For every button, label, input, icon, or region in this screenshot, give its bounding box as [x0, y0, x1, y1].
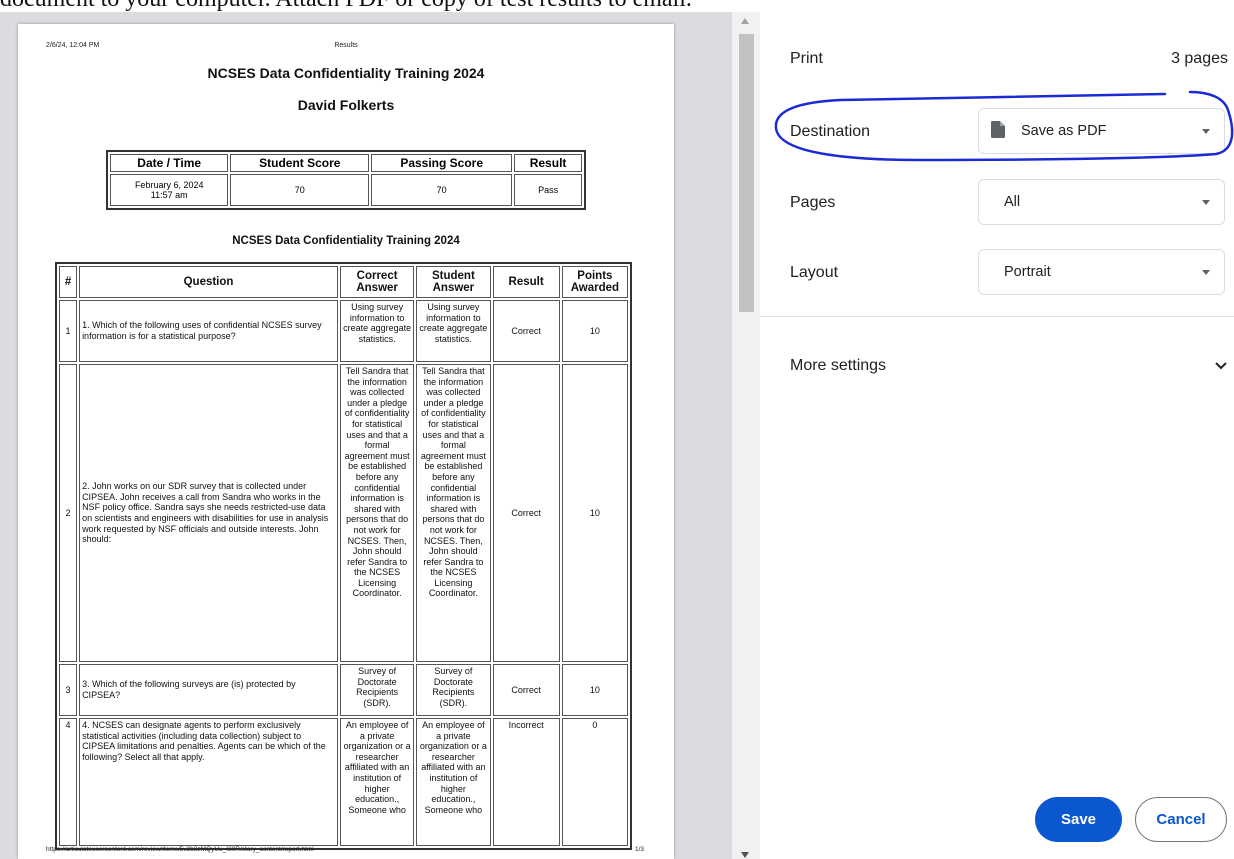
question-points: 10 — [561, 664, 628, 716]
question-points: 0 — [561, 718, 628, 846]
preview-scrollbar[interactable] — [732, 12, 760, 859]
col-header-correct-answer: Correct Answer — [339, 266, 415, 298]
pages-value: All — [1004, 194, 1021, 210]
caret-down-icon — [1202, 129, 1210, 134]
question-num: 1 — [59, 300, 78, 362]
preview-page: 2/6/24, 12:04 PM Results NCSES Data Conf… — [18, 24, 674, 859]
scroll-up-arrow-icon[interactable] — [741, 18, 749, 24]
col-header-result: Result — [492, 266, 560, 298]
destination-label: Destination — [790, 123, 871, 140]
question-points: 10 — [561, 364, 628, 662]
scroll-down-arrow-icon[interactable] — [741, 852, 749, 858]
layout-value: Portrait — [1004, 264, 1051, 280]
question-text: 2. John works on our SDR survey that is … — [79, 364, 338, 662]
col-header-num: # — [59, 266, 78, 298]
student-name: David Folkerts — [297, 97, 395, 113]
summary-header-passing-score: Passing Score — [371, 154, 513, 172]
table-row: 2 2. John works on our SDR survey that i… — [59, 364, 628, 662]
page-count: 3 pages — [1171, 50, 1228, 67]
question-text: 3. Which of the following surveys are (i… — [79, 664, 338, 716]
layout-select[interactable]: Portrait — [978, 249, 1225, 295]
correct-answer: Tell Sandra that the information was col… — [339, 364, 415, 662]
summary-result: Pass — [514, 174, 582, 206]
document-icon — [991, 121, 1005, 138]
layout-label: Layout — [790, 264, 839, 281]
student-answer: An employee of a private organization or… — [416, 718, 491, 846]
print-preview-area[interactable]: 2/6/24, 12:04 PM Results NCSES Data Conf… — [0, 12, 732, 859]
more-settings-toggle[interactable]: More settings — [790, 357, 886, 375]
question-num: 3 — [59, 664, 78, 716]
caret-down-icon — [1202, 200, 1210, 205]
instruction-caption: document to your computer. Attach PDF or… — [0, 0, 1234, 12]
page-footer-number: 1/3 — [634, 846, 644, 853]
questions-subtitle: NCSES Data Confidentiality Training 2024 — [232, 235, 460, 247]
summary-header-datetime: Date / Time — [110, 154, 229, 172]
summary-header-student-score: Student Score — [230, 154, 370, 172]
student-answer: Survey of Doctorate Recipients (SDR). — [416, 664, 491, 716]
question-num: 4 — [59, 718, 78, 846]
student-answer: Using survey information to create aggre… — [416, 300, 491, 362]
summary-datetime: February 6, 2024 11:57 am — [110, 174, 229, 206]
cancel-button[interactable]: Cancel — [1135, 797, 1227, 842]
questions-table: # Question Correct Answer Student Answer… — [55, 262, 632, 850]
pages-select[interactable]: All — [978, 179, 1225, 225]
summary-time: 11:57 am — [150, 190, 188, 200]
table-row: 3 3. Which of the following surveys are … — [59, 664, 628, 716]
destination-value: Save as PDF — [1021, 123, 1107, 139]
question-result: Correct — [492, 664, 560, 716]
question-num: 2 — [59, 364, 78, 662]
question-result: Incorrect — [492, 718, 560, 846]
summary-passing-score: 70 — [371, 174, 513, 206]
page-footer-url: https://articulateusercontent.com/review… — [46, 846, 314, 853]
col-header-question: Question — [79, 266, 338, 298]
col-header-student-answer: Student Answer — [416, 266, 491, 298]
pages-label: Pages — [790, 194, 836, 211]
save-button[interactable]: Save — [1035, 797, 1122, 842]
summary-header-result: Result — [514, 154, 582, 172]
correct-answer: An employee of a private organization or… — [339, 718, 415, 846]
page-header-title: Results — [334, 42, 358, 49]
chevron-down-icon[interactable] — [1214, 361, 1228, 371]
report-title: NCSES Data Confidentiality Training 2024 — [207, 65, 485, 81]
table-row: 1 1. Which of the following uses of conf… — [59, 300, 628, 362]
question-points: 10 — [561, 300, 628, 362]
correct-answer: Using survey information to create aggre… — [339, 300, 415, 362]
panel-divider — [760, 316, 1234, 317]
scroll-thumb[interactable] — [739, 34, 754, 312]
destination-select[interactable]: Save as PDF — [978, 108, 1225, 154]
summary-table: Date / Time Student Score Passing Score … — [106, 150, 586, 210]
question-text: 1. Which of the following uses of confid… — [79, 300, 338, 362]
question-result: Correct — [492, 364, 560, 662]
question-result: Correct — [492, 300, 560, 362]
print-settings-panel: Print 3 pages Destination Save as PDF Pa… — [760, 12, 1234, 859]
summary-student-score: 70 — [230, 174, 370, 206]
student-answer: Tell Sandra that the information was col… — [416, 364, 491, 662]
summary-date: February 6, 2024 — [134, 180, 204, 190]
panel-title: Print — [790, 50, 823, 67]
caret-down-icon — [1202, 270, 1210, 275]
question-text: 4. NCSES can designate agents to perform… — [79, 718, 338, 846]
col-header-points: Points Awarded — [561, 266, 628, 298]
correct-answer: Survey of Doctorate Recipients (SDR). — [339, 664, 415, 716]
table-row: 4 4. NCSES can designate agents to perfo… — [59, 718, 628, 846]
